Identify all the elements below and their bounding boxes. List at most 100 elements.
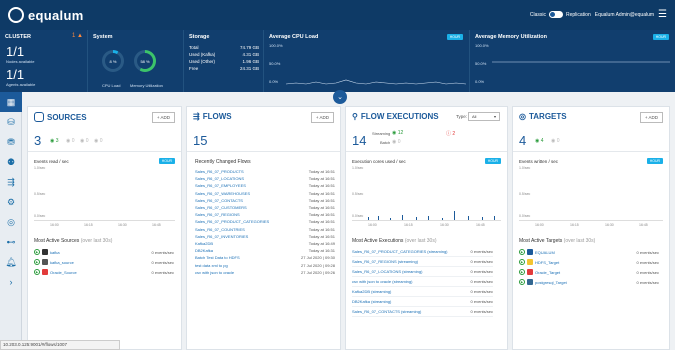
system-title: System xyxy=(93,34,113,40)
list-item[interactable]: ▶ EQUALUM 0 events/sec xyxy=(519,249,659,255)
sidebar-item-data[interactable]: ⛃ xyxy=(0,132,22,152)
sources-icon: ⛁ xyxy=(7,116,15,127)
executions-card: ⚲ FLOW EXECUTIONS Type: All ▾ 14 Streamin… xyxy=(345,106,508,350)
sidebar-item-settings[interactable]: ⚙ xyxy=(0,192,22,212)
flow-list-item[interactable]: Sales_R6_07_COUNTRIES Today at 16:51 xyxy=(195,227,335,232)
logo[interactable]: equalum xyxy=(8,7,84,23)
active-executions-title: Most Active Executions (over last 30s) xyxy=(352,238,437,244)
type-select[interactable]: All ▾ xyxy=(468,112,500,121)
targets-paused-stat[interactable]: ◉ 0 xyxy=(551,138,560,144)
execution-list-item[interactable]: csv with json to oracle (streaming) 0 eve… xyxy=(352,279,493,287)
target-icon: ◎ xyxy=(519,112,526,121)
sidebar-item-alerts[interactable]: 🔔︎ xyxy=(0,252,22,272)
flow-list-item[interactable]: Sales_R6_07_CONTACTS Today at 16:51 xyxy=(195,198,335,203)
running-icon: ▶ xyxy=(519,269,525,275)
streaming-running-stat[interactable]: ◉ 12 xyxy=(392,130,403,136)
bell-icon: 🔔︎ xyxy=(5,256,17,267)
target-icon: ◎ xyxy=(7,216,15,227)
execution-list-item[interactable]: DB2Kafka (streaming) 0 events/sec xyxy=(352,299,493,307)
execution-rate: 0 events/sec xyxy=(470,259,493,264)
avg-memory-title: Average Memory Utilization xyxy=(475,34,547,40)
dashboard-grid-icon: ▦ xyxy=(6,96,16,107)
execution-list-item[interactable]: Sales_R6_07_LOCATIONS (streaming) 0 event… xyxy=(352,269,493,277)
execution-list-item[interactable]: Sales_R6_07_PRODUCT_CATEGORIES (streamin… xyxy=(352,249,493,257)
source-name: kafka_source xyxy=(50,259,74,265)
flow-list-item[interactable]: Sales_R6_07_CUSTOMERS Today at 16:51 xyxy=(195,205,335,210)
chevron-down-icon: ▾ xyxy=(493,114,496,119)
add-target-button[interactable]: + ADD xyxy=(639,112,663,123)
list-item[interactable]: ▶ Oracle_Source 0 events/sec xyxy=(34,269,174,275)
streaming-running-count: 12 xyxy=(397,130,404,136)
kafka-icon xyxy=(42,249,48,255)
collapse-banner-chevron-icon[interactable]: ⌄ xyxy=(333,90,347,104)
executions-hour-badge[interactable]: HOUR xyxy=(484,158,501,164)
flow-list-item[interactable]: Sales_R6_07_LOCATIONS Today at 16:51 xyxy=(195,176,335,181)
list-item[interactable]: ▶ postgresql_Target 0 events/sec xyxy=(519,279,659,285)
sidebar-item-connections[interactable]: ⊷ xyxy=(0,232,22,252)
active-sources-subtitle: (over last 30s) xyxy=(80,238,113,244)
sources-hour-badge[interactable]: HOUR xyxy=(158,158,175,164)
add-flow-button[interactable]: + ADD xyxy=(310,112,334,123)
flow-list-item[interactable]: Sales_R6_07_INVENTORIES Today at 16:51 xyxy=(195,234,335,239)
memory-gauge-inner: 58 % xyxy=(137,53,153,69)
batch-running-count: 0 xyxy=(397,139,401,145)
sources-paused-stat[interactable]: ◉ 0 xyxy=(66,138,75,144)
target-name: postgresql_Target xyxy=(535,279,567,285)
sources-error-stat[interactable]: ◉ 0 xyxy=(94,138,103,144)
flow-list-item[interactable]: Sales_R6_07_REGIONS Today at 16:51 xyxy=(195,212,335,217)
list-item[interactable]: ▶ kafka_source 0 events/sec xyxy=(34,259,174,265)
hamburger-menu-icon[interactable]: ☰ xyxy=(658,9,667,20)
targets-hour-badge[interactable]: HOUR xyxy=(646,158,663,164)
mode-toggle[interactable] xyxy=(549,11,563,18)
add-source-button[interactable]: + ADD xyxy=(151,112,175,123)
flow-list-item[interactable]: test data xml to pg 27 Jul 2020 | 09:28 xyxy=(195,263,335,268)
flow-list-item[interactable]: Sales_R6_07_PRODUCTS Today at 16:51 xyxy=(195,169,335,174)
memory-value: 58 % xyxy=(140,58,150,64)
sidebar-item-dashboard[interactable]: ▦ xyxy=(0,92,22,112)
avg-memory-section: Average Memory Utilization HOUR 100.0% 5… xyxy=(470,30,675,92)
list-item[interactable]: ▶ Oracle_Target 0 events/sec xyxy=(519,269,659,275)
running-icon: ▶ xyxy=(519,259,525,265)
sidebar-item-targets[interactable]: ◎ xyxy=(0,212,22,232)
execution-list-item[interactable]: Sales_R6_07_REGIONS (streaming) 0 events/… xyxy=(352,259,493,267)
sidebar-item-users[interactable]: ⚉ xyxy=(0,152,22,172)
avg-cpu-hour-badge[interactable]: HOUR xyxy=(446,34,463,40)
sidebar-item-expand[interactable]: › xyxy=(0,272,22,292)
storage-title: Storage xyxy=(189,34,210,40)
executions-x-tick: 16:45 xyxy=(476,223,485,227)
sources-paused-count: 0 xyxy=(71,138,75,144)
flows-card: ⇶ FLOWS + ADD 15 Recently Changed Flows S… xyxy=(186,106,341,350)
sidebar-item-flows[interactable]: ⇶ xyxy=(0,172,22,192)
avg-memory-hour-badge[interactable]: HOUR xyxy=(652,34,669,40)
active-targets-subtitle: (over last 30s) xyxy=(563,238,596,244)
sidebar-item-sources[interactable]: ⛁ xyxy=(0,112,22,132)
sources-running-stat[interactable]: ◉ 3 xyxy=(50,138,59,144)
running-icon: ▶ xyxy=(519,249,525,255)
batch-running-stat[interactable]: ◉ 0 xyxy=(392,139,401,145)
targets-x-tick: 16:00 xyxy=(535,223,544,227)
list-item[interactable]: ▶ HDFS_Target 0 events/sec xyxy=(519,259,659,265)
source-rate: 0 events/sec xyxy=(151,269,174,275)
flow-list-item[interactable]: Sales_R6_07_EMPLOYEES Today at 16:51 xyxy=(195,183,335,188)
sources-x-tick: 16:45 xyxy=(152,223,161,227)
flow-list-item[interactable]: Kafka2DB Today at 16:49 xyxy=(195,241,335,246)
user-menu[interactable]: Equalum Admin@equalum xyxy=(595,12,654,18)
flow-list-item[interactable]: Sales_R6_07_PRODUCT_CATEGORIES Today at 1… xyxy=(195,219,335,224)
flow-list-item[interactable]: Sales_R6_07_WAREHOUSES Today at 16:51 xyxy=(195,191,335,196)
list-item[interactable]: ▶ kafka 0 events/sec xyxy=(34,249,174,255)
cluster-alert-badge[interactable]: 1 ▲ xyxy=(72,33,83,39)
targets-running-stat[interactable]: ◉ 4 xyxy=(535,138,544,144)
execution-list-item[interactable]: Kafka2DB (streaming) 0 events/sec xyxy=(352,289,493,297)
flow-list-item[interactable]: csv with json to oracle 27 Jul 2020 | 09:… xyxy=(195,270,335,275)
execution-list-item[interactable]: Sales_R6_07_CONTACTS (streaming) 0 events… xyxy=(352,309,493,317)
streaming-error-stat[interactable]: ⓘ 2 xyxy=(446,130,455,137)
sources-title: SOURCES xyxy=(47,112,87,122)
executions-x-tick: 16:15 xyxy=(404,223,413,227)
postgresql-icon xyxy=(527,279,533,285)
flow-name: DB2Kafka xyxy=(195,248,214,254)
execution-rate: 0 events/sec xyxy=(470,269,493,274)
flow-list-item[interactable]: DB2Kafka Today at 16:31 xyxy=(195,248,335,253)
executions-y-tick: 0.0/sec xyxy=(352,214,364,218)
sources-stopped-stat[interactable]: ◉ 0 xyxy=(80,138,89,144)
flow-list-item[interactable]: Batch Test Data to HDFS 27 Jul 2020 | 09:… xyxy=(195,255,335,260)
